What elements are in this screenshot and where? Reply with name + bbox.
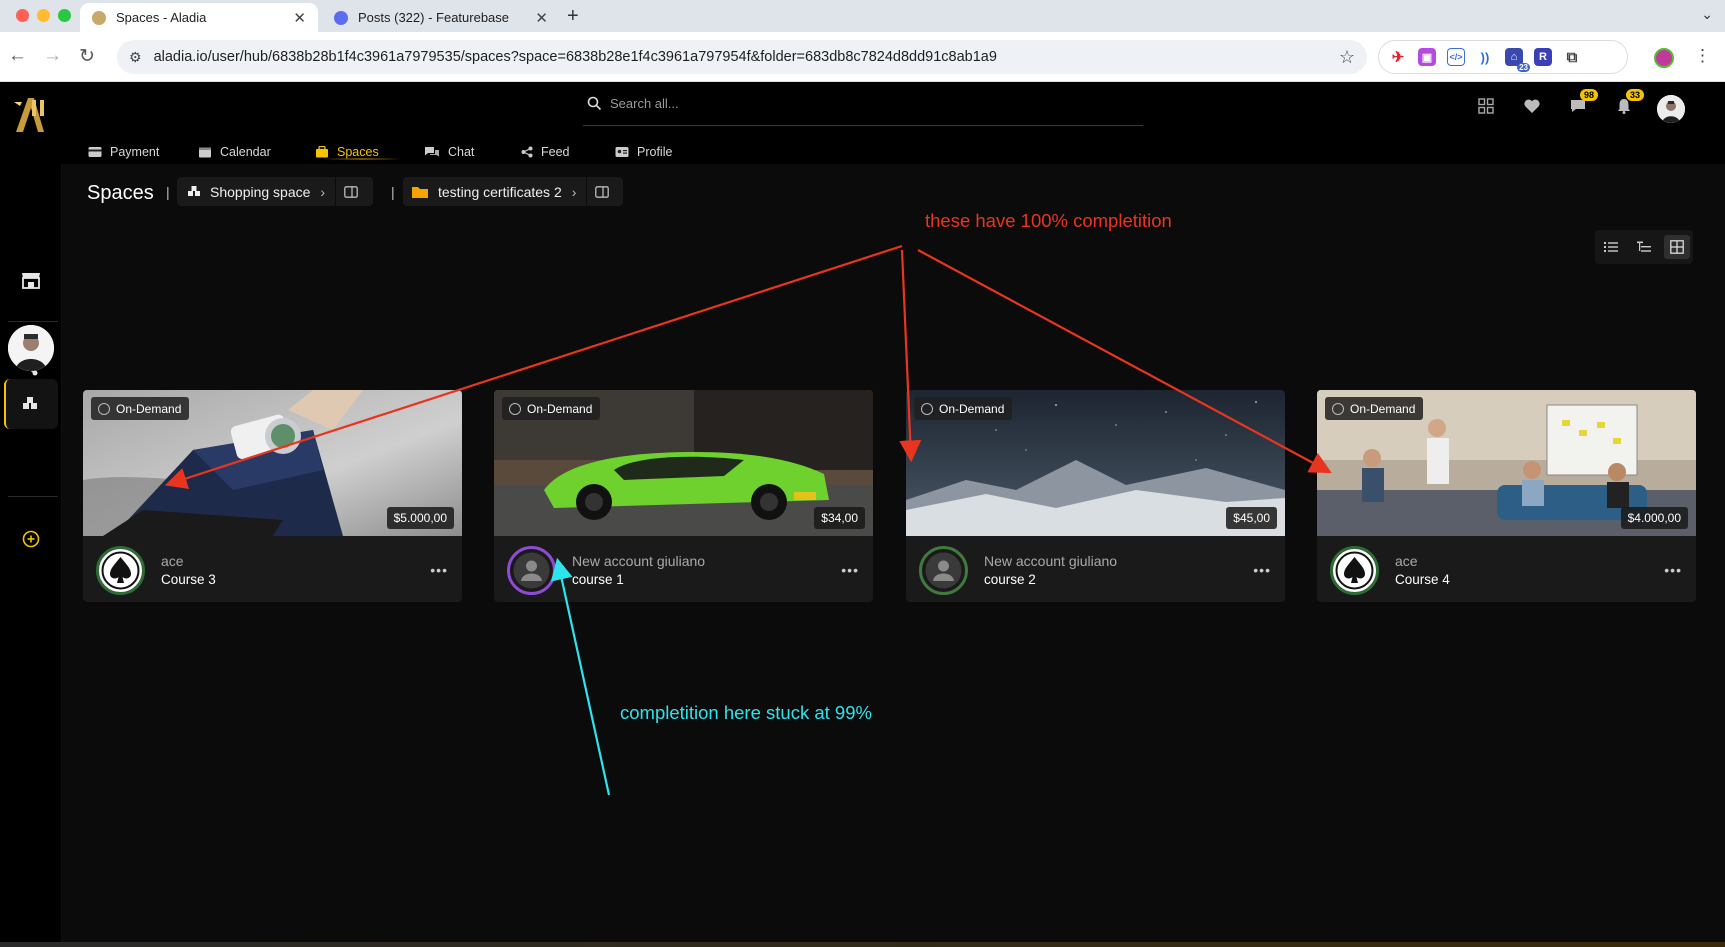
close-window-button[interactable] (16, 9, 29, 22)
reload-icon[interactable]: ↻ (79, 45, 95, 68)
puzzle-extensions-icon[interactable]: ⧉ (1563, 48, 1581, 66)
extension-count-badge: 23 (1517, 63, 1530, 72)
bookmark-star-icon[interactable]: ☆ (1339, 47, 1355, 68)
browser-toolbar: ← → ↻ ⚙ aladia.io/user/hub/6838b28b1f4c3… (0, 32, 1725, 82)
annotation-arrows (164, 244, 1332, 796)
url-text: aladia.io/user/hub/6838b28b1f4c3961a7979… (153, 49, 997, 65)
close-tab-icon[interactable]: ✕ (535, 9, 548, 27)
annotation-arrow (164, 244, 903, 490)
bird-extension-icon[interactable]: ✈ (1389, 48, 1407, 66)
minimize-window-button[interactable] (37, 9, 50, 22)
tab-title: Spaces - Aladia (116, 10, 207, 25)
browser-tab-bar: Spaces - Aladia ✕ Posts (322) - Featureb… (0, 0, 1725, 32)
address-bar[interactable]: ⚙ aladia.io/user/hub/6838b28b1f4c3961a79… (117, 40, 1367, 74)
extensions-bar: ✈ ▣ </> )) ⌂ 23 R ⧉ (1378, 40, 1628, 74)
new-tab-icon[interactable]: + (567, 5, 579, 28)
purple-extension-icon[interactable]: ▣ (1418, 48, 1436, 66)
browser-tab-featurebase[interactable]: Posts (322) - Featurebase ✕ (322, 3, 560, 32)
annotation-arrow (899, 249, 922, 463)
chrome-menu-icon[interactable]: ⋮ (1694, 46, 1711, 66)
featurebase-favicon-icon (334, 10, 348, 25)
close-tab-icon[interactable]: ✕ (293, 9, 306, 27)
annotation-red-text: these have 100% completition (925, 210, 1172, 231)
window-controls (16, 9, 71, 22)
browser-tab-spaces[interactable]: Spaces - Aladia ✕ (80, 3, 318, 32)
annotation-arrow (551, 557, 611, 796)
wave-extension-icon[interactable]: )) (1476, 48, 1494, 66)
tab-title: Posts (322) - Featurebase (358, 10, 510, 25)
app-root: Search all... 98 33 Payment Calendar Spa… (0, 82, 1725, 947)
bottom-edge (0, 942, 1725, 947)
tab-search-chevron-icon[interactable]: ⌄ (1701, 6, 1713, 23)
back-icon[interactable]: ← (8, 45, 27, 67)
badge-extension-icon[interactable]: ⌂ 23 (1505, 48, 1530, 72)
maximize-window-button[interactable] (58, 9, 71, 22)
r-extension-icon[interactable]: R (1534, 48, 1552, 66)
annotation-cyan-text: completition here stuck at 99% (620, 702, 872, 723)
site-info-icon[interactable]: ⚙ (129, 49, 142, 66)
code-extension-icon[interactable]: </> (1447, 48, 1465, 66)
forward-icon[interactable]: → (43, 45, 62, 67)
annotation-arrow (917, 249, 1332, 474)
chrome-profile-avatar[interactable] (1654, 48, 1674, 68)
aladia-favicon-icon (92, 10, 106, 25)
